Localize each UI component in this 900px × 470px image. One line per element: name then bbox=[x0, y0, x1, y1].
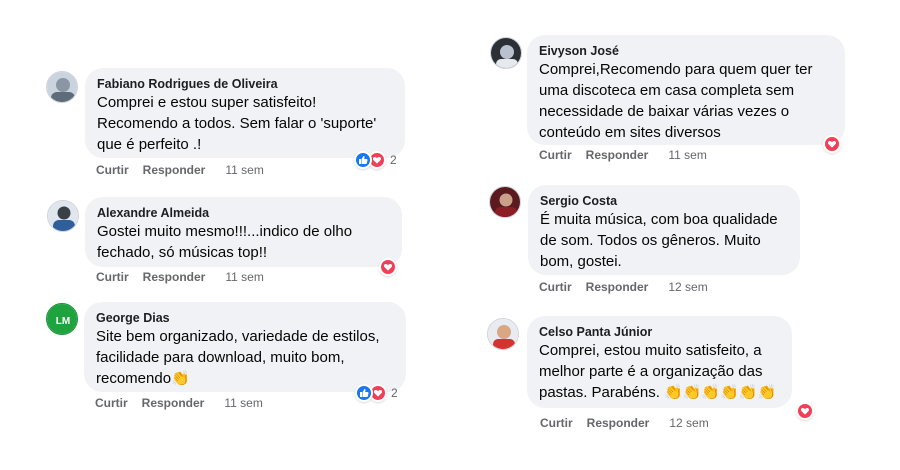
like-icon bbox=[355, 384, 373, 402]
comment-author[interactable]: George Dias bbox=[96, 310, 394, 326]
comment-text: de som. Todos os gêneros. Muito bbox=[540, 232, 761, 249]
comment-text: melhor parte é a organização das bbox=[539, 363, 763, 380]
avatar[interactable] bbox=[487, 318, 519, 350]
svg-text:LM: LM bbox=[56, 316, 70, 327]
comment-text: É muita música, com boa qualidade bbox=[540, 211, 778, 228]
reaction-count: 2 bbox=[391, 386, 398, 400]
like-button[interactable]: Curtir bbox=[539, 280, 572, 294]
like-button[interactable]: Curtir bbox=[96, 270, 129, 284]
comment-text: Gostei muito mesmo!!!...indico de olho bbox=[97, 223, 353, 240]
love-icon bbox=[379, 258, 397, 276]
comment-actions: Curtir Responder 11 sem bbox=[96, 270, 264, 284]
reaction-summary[interactable]: 2 bbox=[355, 383, 398, 403]
comment-bubble: Fabiano Rodrigues de Oliveira Comprei e … bbox=[85, 68, 405, 158]
comment-timestamp[interactable]: 11 sem bbox=[224, 396, 262, 410]
comment-actions: Curtir Responder 12 sem bbox=[539, 280, 708, 294]
avatar[interactable] bbox=[47, 200, 79, 232]
reaction-summary[interactable]: 2 bbox=[354, 150, 397, 170]
like-button[interactable]: Curtir bbox=[540, 416, 573, 430]
comment-author[interactable]: Sergio Costa bbox=[540, 193, 788, 209]
comment-text: Comprei,Recomendo para quem quer ter bbox=[539, 61, 813, 78]
like-button[interactable]: Curtir bbox=[539, 148, 572, 162]
reaction-count: 2 bbox=[390, 153, 397, 167]
comment-text: recomendo👏 bbox=[96, 370, 190, 387]
reaction-summary[interactable] bbox=[823, 134, 841, 154]
reaction-summary[interactable] bbox=[379, 257, 397, 277]
comment-bubble: Eivyson José Comprei,Recomendo para quem… bbox=[527, 35, 845, 145]
comment-timestamp[interactable]: 12 sem bbox=[669, 416, 708, 430]
comment-timestamp[interactable]: 11 sem bbox=[225, 163, 263, 177]
comment-bubble: Alexandre Almeida Gostei muito mesmo!!!.… bbox=[85, 197, 402, 267]
comment-text: que é perfeito .! bbox=[97, 136, 202, 153]
reply-button[interactable]: Responder bbox=[586, 280, 649, 294]
comment-text: uma discoteca em casa completa sem bbox=[539, 82, 795, 99]
reply-button[interactable]: Responder bbox=[143, 270, 206, 284]
comment-bubble: Sergio Costa É muita música, com boa qua… bbox=[528, 185, 800, 275]
like-button[interactable]: Curtir bbox=[96, 163, 129, 177]
comment-timestamp[interactable]: 11 sem bbox=[225, 270, 263, 284]
comment-author[interactable]: Alexandre Almeida bbox=[97, 205, 390, 221]
comment-text: facilidade para download, muito bom, bbox=[96, 349, 345, 366]
comment-text: fechado, só músicas top!! bbox=[97, 244, 268, 261]
comment-author[interactable]: Celso Panta Júnior bbox=[539, 324, 780, 340]
comment-actions: Curtir Responder 11 sem bbox=[95, 396, 263, 410]
comment-text: Comprei, estou muito satisfeito, a bbox=[539, 342, 762, 359]
like-icon bbox=[354, 151, 372, 169]
comment-timestamp[interactable]: 11 sem bbox=[668, 148, 706, 162]
avatar[interactable] bbox=[489, 186, 521, 218]
love-icon bbox=[823, 135, 841, 153]
comment-timestamp[interactable]: 12 sem bbox=[668, 280, 707, 294]
comment-text: Recomendo a todos. Sem falar o 'suporte' bbox=[97, 115, 377, 132]
comment-text: Site bem organizado, variedade de estilo… bbox=[96, 328, 380, 345]
reply-button[interactable]: Responder bbox=[142, 396, 205, 410]
comment-text: necessidade de baixar várias vezes o bbox=[539, 103, 790, 120]
comment-author[interactable]: Fabiano Rodrigues de Oliveira bbox=[97, 76, 393, 92]
comment-actions: Curtir Responder 12 sem bbox=[540, 416, 709, 430]
comment-bubble: George Dias Site bem organizado, varieda… bbox=[84, 302, 406, 392]
comment-bubble: Celso Panta Júnior Comprei, estou muito … bbox=[527, 316, 792, 408]
comment-text: Comprei e estou super satisfeito! bbox=[97, 94, 317, 111]
like-button[interactable]: Curtir bbox=[95, 396, 128, 410]
comment-text: conteúdo em sites diversos bbox=[539, 124, 721, 141]
comment-text: bom, gostei. bbox=[540, 253, 622, 270]
reply-button[interactable]: Responder bbox=[586, 148, 649, 162]
comment-author[interactable]: Eivyson José bbox=[539, 43, 833, 59]
reaction-summary[interactable] bbox=[796, 401, 814, 421]
reply-button[interactable]: Responder bbox=[587, 416, 650, 430]
avatar[interactable] bbox=[46, 71, 78, 103]
comment-actions: Curtir Responder 11 sem bbox=[539, 148, 707, 162]
avatar[interactable] bbox=[490, 37, 522, 69]
comment-actions: Curtir Responder 11 sem bbox=[96, 163, 264, 177]
avatar[interactable]: LM bbox=[46, 303, 78, 335]
love-icon bbox=[796, 402, 814, 420]
reply-button[interactable]: Responder bbox=[143, 163, 206, 177]
comment-text: pastas. Parabéns. 👏👏👏👏👏👏 bbox=[539, 384, 777, 401]
